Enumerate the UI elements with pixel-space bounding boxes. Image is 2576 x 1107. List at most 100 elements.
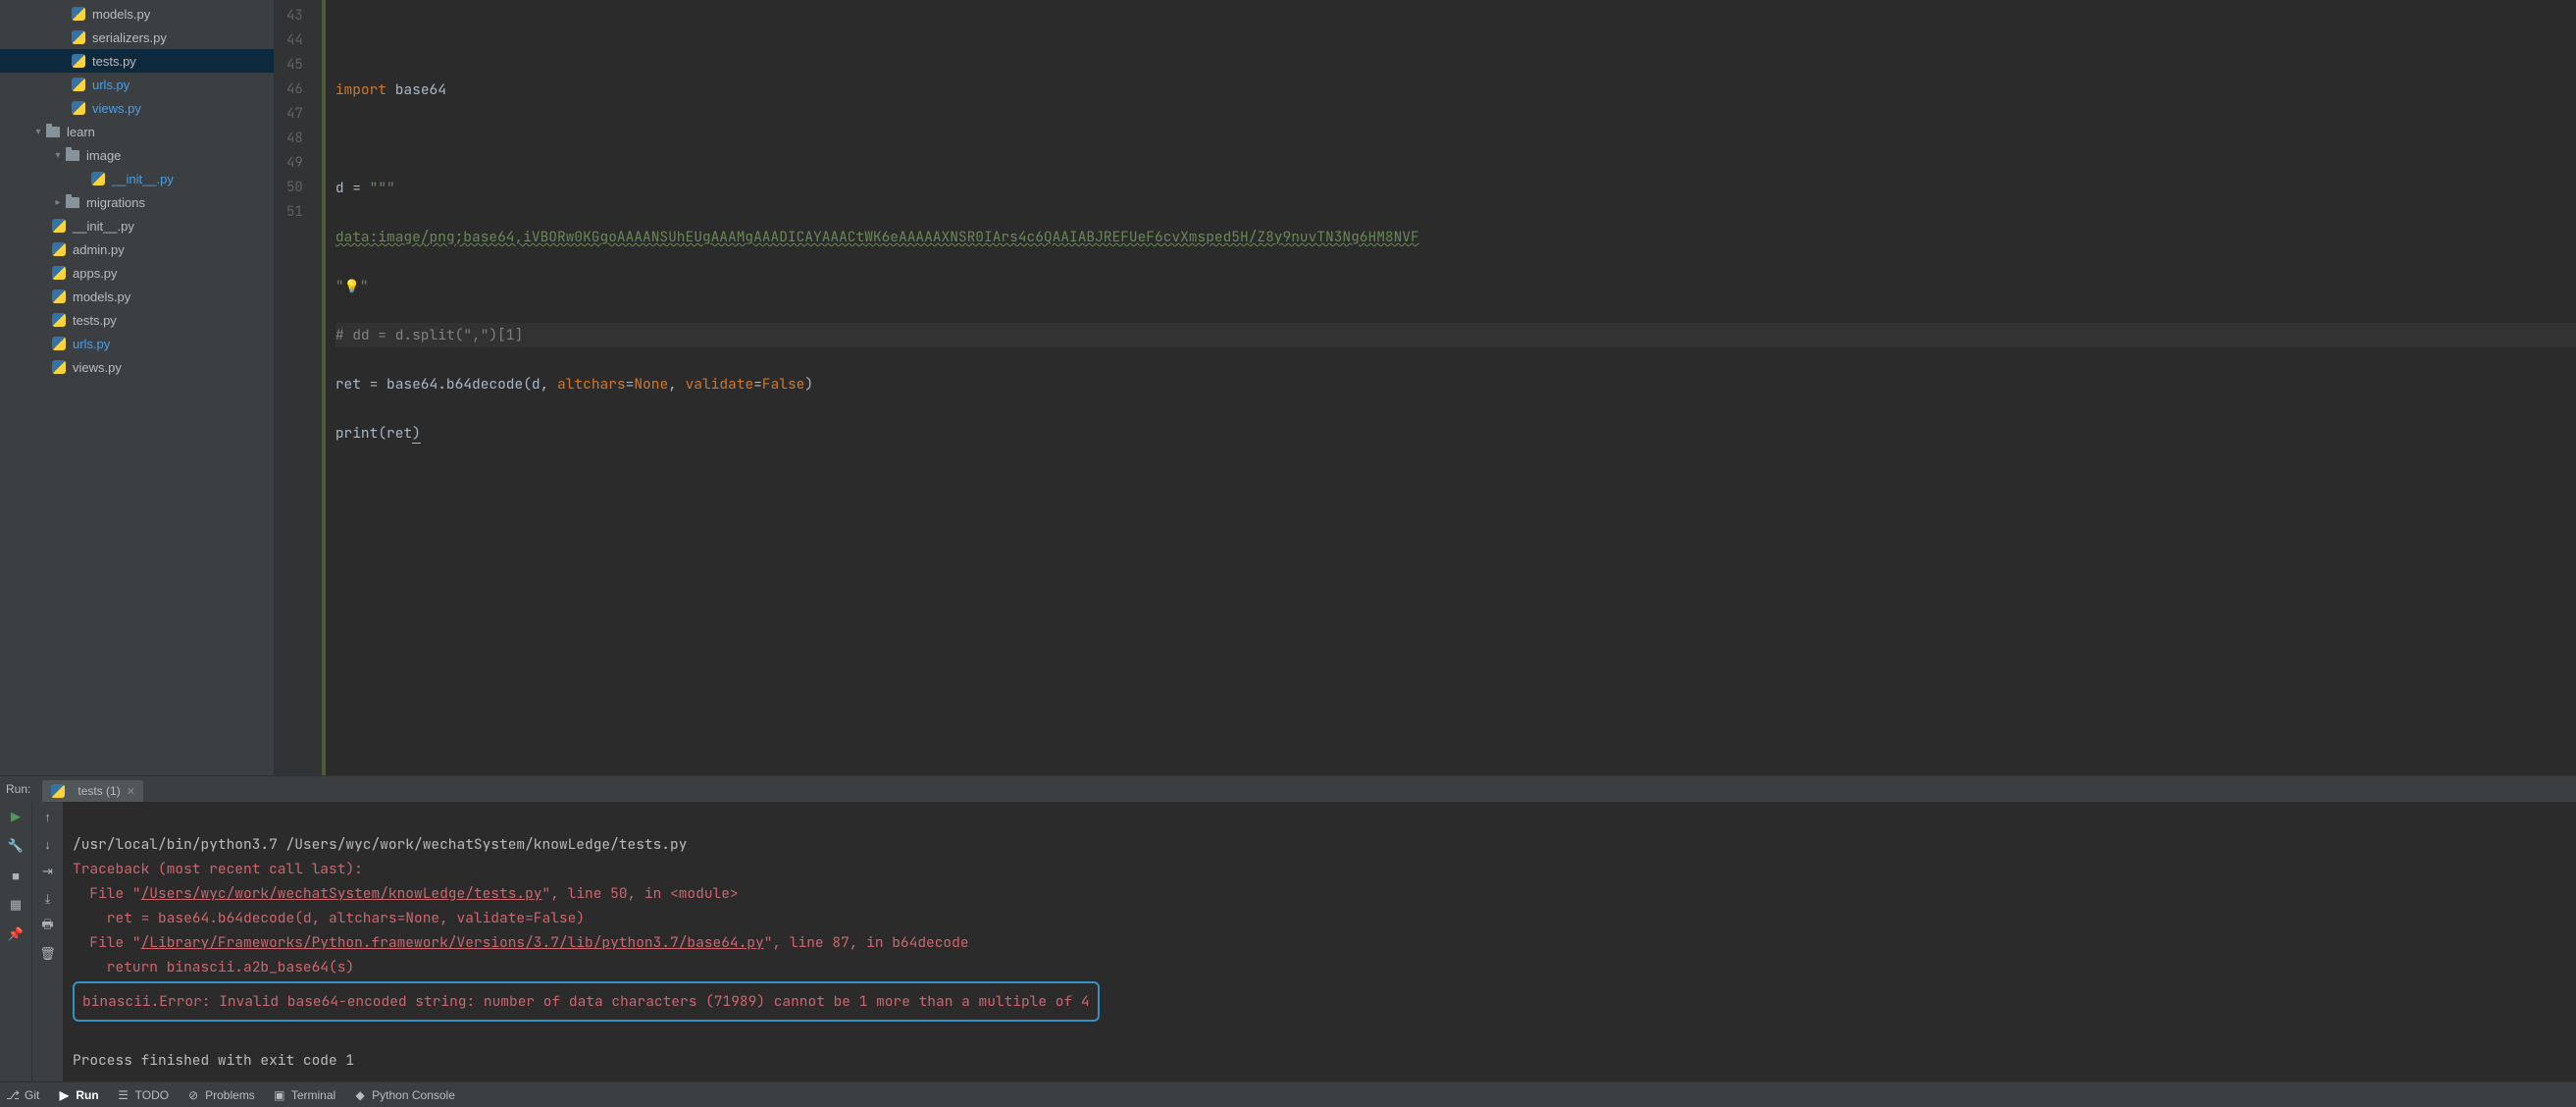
gutter-line-number[interactable]: 49 — [286, 151, 303, 176]
tree-item-label: migrations — [86, 195, 145, 210]
run-header: Run: tests (1) ✕ — [0, 776, 2576, 802]
project-tree[interactable]: models.pyserializers.pytests.pyurls.pyvi… — [0, 0, 275, 775]
code-line-46[interactable]: d = """ — [335, 176, 2576, 200]
code-line-51[interactable]: print(ret) — [335, 421, 2576, 446]
bottom-git[interactable]: ⎇ Git — [6, 1088, 39, 1102]
bottom-problems[interactable]: ⊘ Problems — [186, 1088, 255, 1102]
tree-file[interactable]: tests.py — [0, 308, 274, 332]
tree-file[interactable]: admin.py — [0, 237, 274, 261]
tree-file[interactable]: urls.py — [0, 332, 274, 355]
tree-item-label: image — [86, 148, 121, 163]
print-icon[interactable]: 🖶 — [39, 918, 57, 935]
folder-icon — [45, 124, 61, 139]
folder-icon — [65, 194, 80, 210]
gutter-line-number[interactable]: 50 — [286, 176, 303, 200]
code-line-48[interactable]: "💡" — [335, 274, 2576, 298]
main-area: models.pyserializers.pytests.pyurls.pyvi… — [0, 0, 2576, 775]
python-file-icon — [71, 29, 86, 45]
bottom-terminal[interactable]: ▣ Terminal — [273, 1088, 335, 1102]
tree-folder[interactable]: ▾ learn — [0, 120, 274, 143]
python-file-icon — [51, 312, 67, 328]
traceback-file-link-2[interactable]: /Library/Frameworks/Python.framework/Ver… — [141, 933, 764, 952]
todo-list-icon: ☰ — [117, 1088, 130, 1102]
python-file-icon — [71, 53, 86, 69]
tree-item-label: serializers.py — [92, 30, 167, 45]
chevron-down-icon[interactable]: ▾ — [51, 150, 65, 161]
folder-icon — [65, 147, 80, 163]
close-icon[interactable]: ✕ — [127, 785, 135, 798]
tree-item-label: tests.py — [73, 313, 117, 328]
python-file-icon — [71, 6, 86, 22]
run-label: Run: — [6, 782, 30, 796]
console-output[interactable]: /usr/local/bin/python3.7 /Users/wyc/work… — [63, 802, 2576, 1103]
run-tool-window: Run: tests (1) ✕ ▶ 🔧 ■ ▦ 📌 ↑ ↓ ⇥ ⤓ 🖶 🗑 — [0, 775, 2576, 1081]
tree-file[interactable]: views.py — [0, 355, 274, 379]
soft-wrap-icon[interactable]: ⇥ — [39, 863, 57, 880]
python-file-icon — [71, 77, 86, 92]
editor-gutter: 434445464748495051 — [275, 0, 322, 775]
chevron-down-icon[interactable]: ▾ — [31, 127, 45, 137]
python-file-icon — [90, 171, 106, 186]
layout-icon[interactable]: ▦ — [7, 896, 25, 914]
code-content[interactable]: import base64 d = """ data:image/png;bas… — [328, 0, 2576, 775]
up-arrow-icon[interactable]: ↑ — [39, 808, 57, 825]
tree-file[interactable]: tests.py — [0, 49, 274, 73]
down-arrow-icon[interactable]: ↓ — [39, 835, 57, 853]
wrench-icon[interactable]: 🔧 — [7, 837, 25, 855]
gutter-line-number[interactable]: 46 — [286, 78, 303, 102]
tree-item-label: learn — [67, 125, 95, 139]
intention-bulb-icon[interactable]: 💡 — [344, 278, 360, 294]
code-line-47[interactable]: data:image/png;base64,iVBORw0KGgoAAAANSU… — [335, 225, 2576, 249]
code-line-43[interactable] — [335, 28, 2576, 53]
rerun-icon[interactable]: ▶ — [7, 808, 25, 825]
python-console-icon: ◆ — [353, 1088, 367, 1102]
bottom-run[interactable]: ▶ Run — [57, 1088, 98, 1102]
tree-folder[interactable]: ▸ migrations — [0, 190, 274, 214]
pin-icon[interactable]: 📌 — [7, 925, 25, 943]
python-file-icon — [51, 359, 67, 375]
trash-icon[interactable]: 🗑 — [39, 945, 57, 963]
gutter-line-number[interactable]: 44 — [286, 28, 303, 53]
tree-item-label: models.py — [73, 290, 130, 304]
python-file-icon — [51, 289, 67, 304]
gutter-line-number[interactable]: 43 — [286, 4, 303, 28]
code-line-45[interactable] — [335, 127, 2576, 151]
console-command: /usr/local/bin/python3.7 /Users/wyc/work… — [73, 835, 687, 854]
python-file-icon — [71, 100, 86, 116]
tree-file[interactable]: models.py — [0, 285, 274, 308]
run-side-toolbar-1: ▶ 🔧 ■ ▦ 📌 — [0, 802, 31, 1103]
traceback-code-1: ret = base64.b64decode(d, altchars=None,… — [73, 909, 585, 927]
traceback-code-2: return binascii.a2b_base64(s) — [73, 958, 354, 976]
bottom-toolbar: ⎇ Git ▶ Run ☰ TODO ⊘ Problems ▣ Terminal… — [0, 1081, 2576, 1107]
gutter-line-number[interactable]: 48 — [286, 127, 303, 151]
code-line-50[interactable]: ret = base64.b64decode(d, altchars=None,… — [335, 372, 2576, 396]
chevron-right-icon[interactable]: ▸ — [51, 197, 65, 208]
bottom-todo[interactable]: ☰ TODO — [117, 1088, 169, 1102]
tree-item-label: tests.py — [92, 54, 136, 69]
editor-area: 434445464748495051 import base64 d = """… — [275, 0, 2576, 775]
tree-file[interactable]: __init__.py — [0, 167, 274, 190]
tree-file[interactable]: serializers.py — [0, 26, 274, 49]
traceback-file-link-1[interactable]: /Users/wyc/work/wechatSystem/knowLedge/t… — [141, 884, 542, 903]
gutter-line-number[interactable]: 47 — [286, 102, 303, 127]
bottom-python-console[interactable]: ◆ Python Console — [353, 1088, 455, 1102]
tree-file[interactable]: urls.py — [0, 73, 274, 96]
code-line-44[interactable]: import base64 — [335, 78, 2576, 102]
tree-file[interactable]: views.py — [0, 96, 274, 120]
run-tab[interactable]: tests (1) ✕ — [42, 780, 143, 802]
scroll-to-end-icon[interactable]: ⤓ — [39, 890, 57, 908]
code-line-49[interactable]: # dd = d.split(",")[1] — [335, 323, 2576, 347]
tree-file[interactable]: apps.py — [0, 261, 274, 285]
tree-item-label: urls.py — [92, 78, 129, 92]
tree-file[interactable]: models.py — [0, 2, 274, 26]
tree-item-label: models.py — [92, 7, 150, 22]
play-icon: ▶ — [57, 1088, 71, 1102]
python-file-icon — [51, 336, 67, 351]
stop-icon[interactable]: ■ — [7, 867, 25, 884]
tree-folder[interactable]: ▾ image — [0, 143, 274, 167]
problems-icon: ⊘ — [186, 1088, 200, 1102]
gutter-line-number[interactable]: 51 — [286, 200, 303, 225]
tree-file[interactable]: __init__.py — [0, 214, 274, 237]
gutter-line-number[interactable]: 45 — [286, 53, 303, 78]
code-change-marker — [322, 0, 326, 775]
